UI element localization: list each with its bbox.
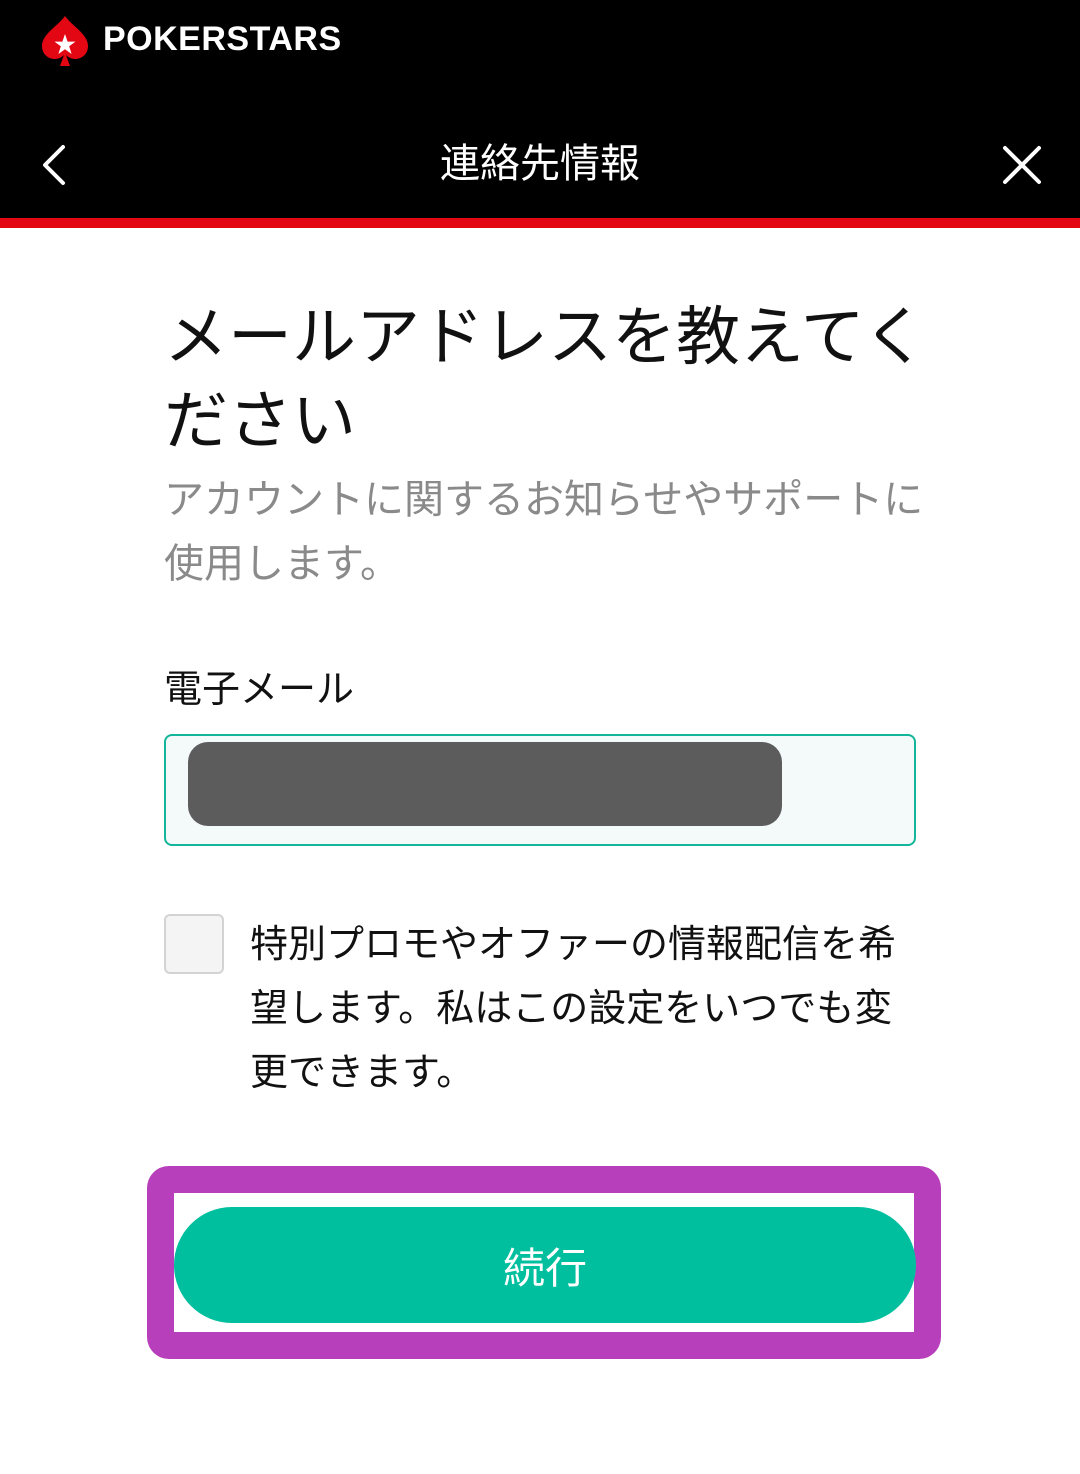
top-header: POKERSTARS 連絡先情報 [0, 0, 1080, 218]
email-field[interactable] [164, 734, 916, 846]
star-spade-logo-icon [42, 16, 88, 66]
close-icon [1003, 146, 1041, 184]
main-heading: メールアドレスを教えてください [164, 301, 927, 459]
continue-button[interactable]: 続行 [174, 1207, 916, 1323]
page-title: 連絡先情報 [440, 141, 640, 187]
brand-name: POKERSTARS [103, 20, 342, 58]
email-input[interactable] [166, 736, 914, 844]
subtitle-text: アカウントに関するお知らせやサポートに使用します。 [164, 477, 924, 587]
close-button[interactable] [996, 139, 1048, 191]
contact-info-screen: POKERSTARS 連絡先情報 メールアドレスを教えてください アカウントに関… [0, 0, 1080, 1474]
email-field-label: 電子メール [164, 667, 355, 711]
header-accent-line [0, 218, 1080, 228]
marketing-consent-checkbox[interactable] [164, 914, 224, 974]
marketing-consent-label: 特別プロモやオファーの情報配信を希望します。私はこの設定をいつでも変更できます。 [250, 922, 897, 1094]
